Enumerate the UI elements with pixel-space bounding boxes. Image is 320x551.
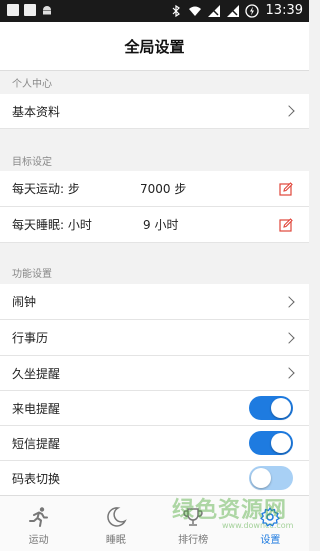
row-label: 闹钟: [12, 295, 37, 309]
status-bar: 13:39: [0, 0, 309, 22]
row-alarm[interactable]: 闹钟: [0, 284, 309, 320]
stopwatch-toggle[interactable]: [249, 466, 293, 490]
nav-ranking[interactable]: 排行榜: [155, 496, 232, 551]
row-basic-info[interactable]: 基本资料: [0, 94, 309, 129]
battery-charging-icon: [244, 3, 259, 18]
bluetooth-icon: [172, 4, 180, 17]
bottom-nav: 运动 睡眠 排行榜 设置: [0, 495, 309, 551]
gear-icon: [260, 507, 281, 527]
nav-label: 排行榜: [178, 535, 209, 546]
nav-sleep[interactable]: 睡眠: [77, 496, 154, 551]
row-sms-reminder: 短信提醒: [0, 426, 309, 461]
row-label: 行事历: [12, 331, 49, 345]
section-label-goals: 目标设定: [12, 157, 52, 168]
nav-label: 运动: [28, 535, 49, 546]
edit-icon[interactable]: [279, 181, 293, 196]
android-icon: [43, 6, 51, 15]
row-label: 每天睡眠: 小时: [12, 218, 92, 232]
edit-icon[interactable]: [279, 217, 293, 232]
call-reminder-toggle[interactable]: [249, 396, 293, 420]
trophy-icon: [183, 508, 203, 526]
section-label-personal: 个人中心: [12, 79, 52, 90]
steps-value: 7000 步: [140, 182, 187, 196]
chevron-right-icon: [283, 105, 295, 117]
clock: 13:39: [265, 3, 303, 18]
row-label: 基本资料: [12, 104, 61, 119]
row-calendar[interactable]: 行事历: [0, 320, 309, 356]
notification-icon: [7, 4, 19, 16]
notification-icon: [24, 4, 36, 16]
row-label: 短信提醒: [12, 436, 61, 451]
row-call-reminder: 来电提醒: [0, 391, 309, 426]
chevron-right-icon: [283, 367, 295, 379]
nav-label: 设置: [260, 535, 281, 546]
chevron-right-icon: [283, 295, 295, 308]
no-signal-icon: [207, 4, 220, 17]
no-signal-icon: [226, 4, 239, 17]
chevron-right-icon: [283, 331, 295, 344]
nav-sport[interactable]: 运动: [0, 496, 77, 551]
row-daily-sleep[interactable]: 每天睡眠: 小时 9 小时: [0, 207, 309, 243]
run-icon: [28, 507, 48, 527]
row-sedentary-reminder[interactable]: 久坐提醒: [0, 356, 309, 391]
row-daily-steps[interactable]: 每天运动: 步 7000 步: [0, 171, 309, 207]
nav-label: 睡眠: [105, 535, 126, 546]
wifi-icon: [188, 6, 201, 16]
row-label: 每天运动: 步: [12, 182, 80, 196]
sms-reminder-toggle[interactable]: [249, 431, 293, 455]
row-label: 来电提醒: [12, 401, 61, 416]
row-label: 码表切换: [12, 471, 61, 486]
section-label-features: 功能设置: [12, 269, 52, 280]
sleep-value: 9 小时: [143, 218, 179, 232]
nav-settings[interactable]: 设置: [232, 496, 309, 551]
row-stopwatch-switch: 码表切换: [0, 461, 309, 496]
row-label: 久坐提醒: [12, 366, 61, 381]
moon-icon: [107, 507, 127, 527]
page-title: 全局设置: [0, 22, 309, 71]
